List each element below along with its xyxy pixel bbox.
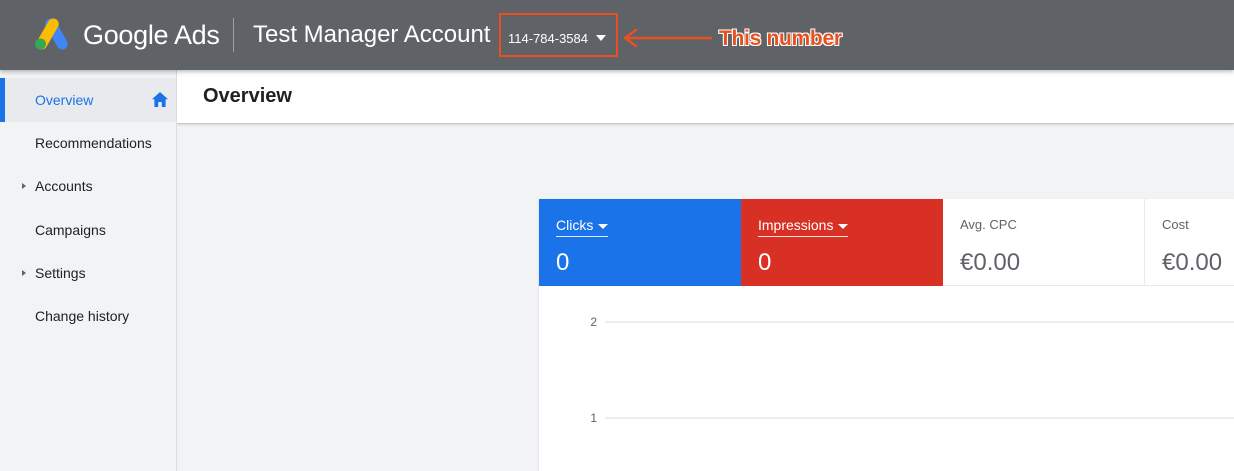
metric-label: Avg. CPC — [960, 217, 1017, 232]
annotation-highlight-box — [499, 13, 618, 57]
header-divider — [233, 18, 234, 52]
metric-label: Cost — [1162, 217, 1189, 232]
sidebar-item-change-history[interactable]: Change history — [0, 294, 176, 338]
metric-tile-clicks[interactable]: Clicks 0 — [539, 199, 741, 286]
sidebar-item-recommendations[interactable]: Recommendations — [0, 121, 176, 165]
annotation-arrow-icon — [623, 28, 712, 48]
chart-y-tick-label: 2 — [590, 315, 597, 329]
metric-tile-cost[interactable]: Cost €0.00 — [1145, 199, 1234, 286]
metric-selector-impressions[interactable]: Impressions — [758, 217, 849, 237]
metric-tile-avg-cpc[interactable]: Avg. CPC €0.00 — [943, 199, 1145, 286]
metric-label: Impressions — [758, 217, 834, 233]
sidebar-item-accounts[interactable]: Accounts — [0, 164, 176, 208]
chart-y-tick-label: 1 — [590, 411, 597, 425]
chevron-down-icon — [838, 223, 849, 229]
metric-value-cost: €0.00 — [1162, 249, 1223, 276]
account-name: Test Manager Account — [253, 21, 491, 48]
sidebar-item-label: Accounts — [35, 178, 93, 194]
chevron-down-icon — [598, 223, 609, 229]
sidebar-item-label: Settings — [35, 265, 86, 281]
top-bar: Google Ads Test Manager Account 114-784-… — [0, 0, 1234, 70]
metric-selector-clicks[interactable]: Clicks — [556, 217, 609, 237]
sidebar-item-settings[interactable]: Settings — [0, 251, 176, 295]
performance-chart: 21 — [590, 315, 1234, 425]
metric-value-clicks: 0 — [556, 249, 570, 276]
caret-right-icon — [22, 270, 26, 276]
caret-right-icon — [22, 183, 26, 189]
overview-card: Clicks 0 Impressions 0 Avg. CPC €0.00 Co… — [539, 199, 1234, 471]
sidebar: Overview Recommendations Accounts Campai… — [0, 70, 177, 471]
google-ads-logo-icon[interactable] — [34, 18, 70, 50]
sidebar-item-label: Change history — [35, 308, 130, 324]
sidebar-item-label: Campaigns — [35, 222, 106, 238]
metric-label: Clicks — [556, 217, 594, 233]
sidebar-item-campaigns[interactable]: Campaigns — [0, 208, 176, 252]
metric-tile-impressions[interactable]: Impressions 0 — [741, 199, 943, 286]
home-icon — [152, 92, 168, 107]
page-title: Overview — [203, 85, 292, 107]
product-name[interactable]: Google Ads — [83, 18, 220, 52]
metric-value-avg-cpc: €0.00 — [960, 249, 1021, 276]
sidebar-item-label: Overview — [35, 92, 94, 108]
annotation-callout: This number — [719, 27, 842, 50]
page-header: Overview — [177, 70, 1234, 124]
metric-value-impressions: 0 — [758, 249, 772, 276]
sidebar-item-label: Recommendations — [35, 135, 152, 151]
sidebar-item-overview[interactable]: Overview — [0, 78, 176, 122]
